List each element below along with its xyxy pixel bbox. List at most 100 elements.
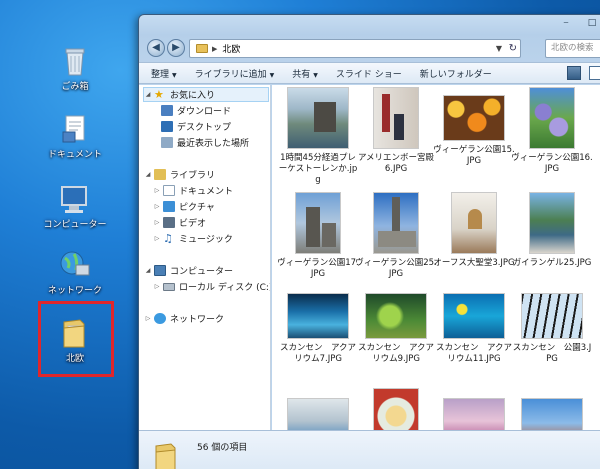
nav-label: ローカル ディスク (C:) — [179, 283, 271, 293]
documents-icon — [58, 112, 92, 146]
nav-favorites[interactable]: ◢ ★ お気に入り — [143, 87, 269, 102]
preview-pane-icon[interactable] — [589, 66, 600, 80]
item-count: 56 個の項目 — [197, 443, 248, 453]
photo-thumbnail — [373, 388, 419, 430]
desktop-icon-folder-hokuo[interactable]: 北欧 — [30, 316, 120, 365]
organize-button[interactable]: 整理 ▼ — [151, 67, 177, 80]
expand-arrow-icon: ◢ — [145, 171, 151, 178]
file-item[interactable]: ヴィーゲラン公園15.JPG — [433, 87, 515, 167]
photo-thumbnail — [287, 293, 349, 339]
forward-button[interactable]: ▶ — [167, 39, 185, 57]
desktop-icon-computer[interactable]: コンピューター — [30, 182, 120, 231]
maximize-icon[interactable]: □ — [579, 15, 600, 31]
expand-arrow-icon: ▷ — [145, 315, 151, 322]
share-label: 共有 — [292, 69, 311, 80]
minimize-icon[interactable]: ⎯ — [553, 15, 579, 31]
nav-label: ダウンロード — [177, 107, 232, 117]
file-item[interactable]: スカンセン アクアリウム9.JPG — [355, 285, 437, 365]
file-item[interactable]: アメリエンボー宮殿6.JPG — [355, 87, 437, 175]
nav-local-disk[interactable]: ▷ ローカル ディスク (C:) — [153, 279, 271, 294]
nav-label: コンピューター — [170, 267, 234, 277]
forward-arrow-icon: ▶ — [172, 42, 180, 53]
nav-label: ミュージック — [179, 235, 233, 245]
library-icon — [154, 169, 166, 180]
nav-computer[interactable]: ◢ コンピューター — [144, 263, 233, 278]
file-item[interactable]: ガイランゲル25.JPG — [511, 192, 593, 269]
file-name: ヴィーゲラン公園25.JPG — [355, 258, 437, 279]
nav-recent-places[interactable]: 最近表示した場所 — [159, 135, 249, 150]
back-button[interactable]: ◀ — [147, 39, 165, 57]
file-name: 1時間45分経過プレーケストーレンか.jpg — [278, 153, 358, 185]
photo-thumbnail — [443, 293, 505, 339]
nav-desktop[interactable]: デスクトップ — [159, 119, 231, 134]
nav-label: ビデオ — [179, 219, 207, 229]
network-icon — [58, 248, 92, 282]
desktop-icon-network[interactable]: ネットワーク — [30, 248, 120, 297]
breadcrumb-path[interactable]: 北欧 — [222, 42, 240, 55]
star-icon: ★ — [154, 88, 164, 101]
file-item[interactable] — [277, 388, 359, 430]
nav-music[interactable]: ▷ ♫ ミュージック — [153, 231, 233, 246]
file-name: ガイランゲル25.JPG — [512, 258, 592, 268]
address-bar[interactable]: ▶ 北欧 ▼ ↻ — [189, 39, 521, 58]
file-item[interactable] — [511, 388, 593, 430]
add-to-library-button[interactable]: ライブラリに追加 ▼ — [195, 67, 275, 80]
expand-arrow-icon: ▷ — [154, 187, 160, 194]
nav-libraries[interactable]: ◢ ライブラリ — [144, 167, 215, 182]
search-input[interactable]: 北欧の検索 — [545, 39, 600, 58]
desktop-icon-label: ネットワーク — [47, 286, 102, 296]
desktop-icon-label: ドキュメント — [47, 150, 102, 160]
file-item[interactable]: オーフス大聖堂3.JPG — [433, 192, 515, 269]
photo-thumbnail — [365, 293, 427, 339]
nav-label: ライブラリ — [170, 171, 216, 181]
breadcrumb-arrow-icon: ▶ — [212, 44, 218, 53]
organize-label: 整理 — [151, 69, 170, 80]
nav-downloads[interactable]: ダウンロード — [159, 103, 231, 118]
nav-label: デスクトップ — [177, 123, 232, 133]
refresh-icon[interactable]: ↻ — [509, 40, 517, 57]
view-options-icon[interactable] — [567, 66, 581, 80]
expand-arrow-icon: ◢ — [145, 91, 151, 98]
downloads-icon — [161, 105, 173, 116]
command-bar: 整理 ▼ ライブラリに追加 ▼ 共有 ▼ スライド ショー 新しいフォルダー — [139, 62, 600, 84]
photo-thumbnail — [373, 87, 419, 149]
recycle-bin-icon — [58, 44, 92, 78]
chevron-down-icon[interactable]: ▼ — [496, 40, 502, 57]
file-item[interactable]: スカンセン アクアリウム11.JPG — [433, 285, 515, 365]
desktop-icon-label: コンピューター — [43, 220, 107, 230]
file-item[interactable]: スカンセン 公園3.JPG — [511, 285, 593, 365]
file-item[interactable] — [433, 388, 515, 430]
file-item[interactable]: スカンセン アクアリウム7.JPG — [277, 285, 359, 365]
file-item[interactable]: 1時間45分経過プレーケストーレンか.jpg — [277, 87, 359, 186]
file-item[interactable]: ヴィーゲラン公園16.JPG — [511, 87, 593, 175]
chevron-down-icon: ▼ — [172, 71, 177, 79]
share-button[interactable]: 共有 ▼ — [292, 67, 318, 80]
file-name: スカンセン 公園3.JPG — [512, 343, 592, 364]
photo-thumbnail — [443, 398, 505, 430]
desktop-icon-recycle-bin[interactable]: ごみ箱 — [30, 44, 120, 93]
nav-label: ネットワーク — [170, 315, 225, 325]
photo-thumbnail — [529, 87, 575, 149]
navigation-row: ◀ ▶ ▶ 北欧 ▼ ↻ 北欧の検索 — [139, 35, 600, 61]
nav-network[interactable]: ▷ ネットワーク — [144, 311, 224, 326]
network-icon — [154, 313, 166, 324]
hard-disk-icon — [163, 282, 175, 291]
photo-thumbnail — [521, 398, 583, 430]
desktop-icon-documents[interactable]: ドキュメント — [30, 112, 120, 161]
nav-pictures[interactable]: ▷ ピクチャ — [153, 199, 215, 214]
nav-documents[interactable]: ▷ ドキュメント — [153, 183, 233, 198]
chevron-down-icon: ▼ — [313, 71, 318, 79]
expand-arrow-icon: ▷ — [154, 203, 160, 210]
desktop-icon-label: ごみ箱 — [61, 82, 89, 92]
photo-thumbnail — [521, 293, 583, 339]
file-list: 1時間45分経過プレーケストーレンか.jpg アメリエンボー宮殿6.JPG ヴィ… — [272, 85, 600, 430]
file-name: スカンセン アクアリウム9.JPG — [357, 343, 435, 364]
file-name: ヴィーゲラン公園15.JPG — [433, 145, 515, 166]
file-item[interactable]: ヴィーゲラン公園17.JPG — [277, 192, 359, 280]
expand-arrow-icon: ▷ — [154, 219, 160, 226]
file-item[interactable] — [355, 388, 437, 430]
file-item[interactable]: ヴィーゲラン公園25.JPG — [355, 192, 437, 280]
slideshow-button[interactable]: スライド ショー — [336, 67, 402, 80]
new-folder-button[interactable]: 新しいフォルダー — [420, 67, 492, 80]
nav-videos[interactable]: ▷ ビデオ — [153, 215, 206, 230]
